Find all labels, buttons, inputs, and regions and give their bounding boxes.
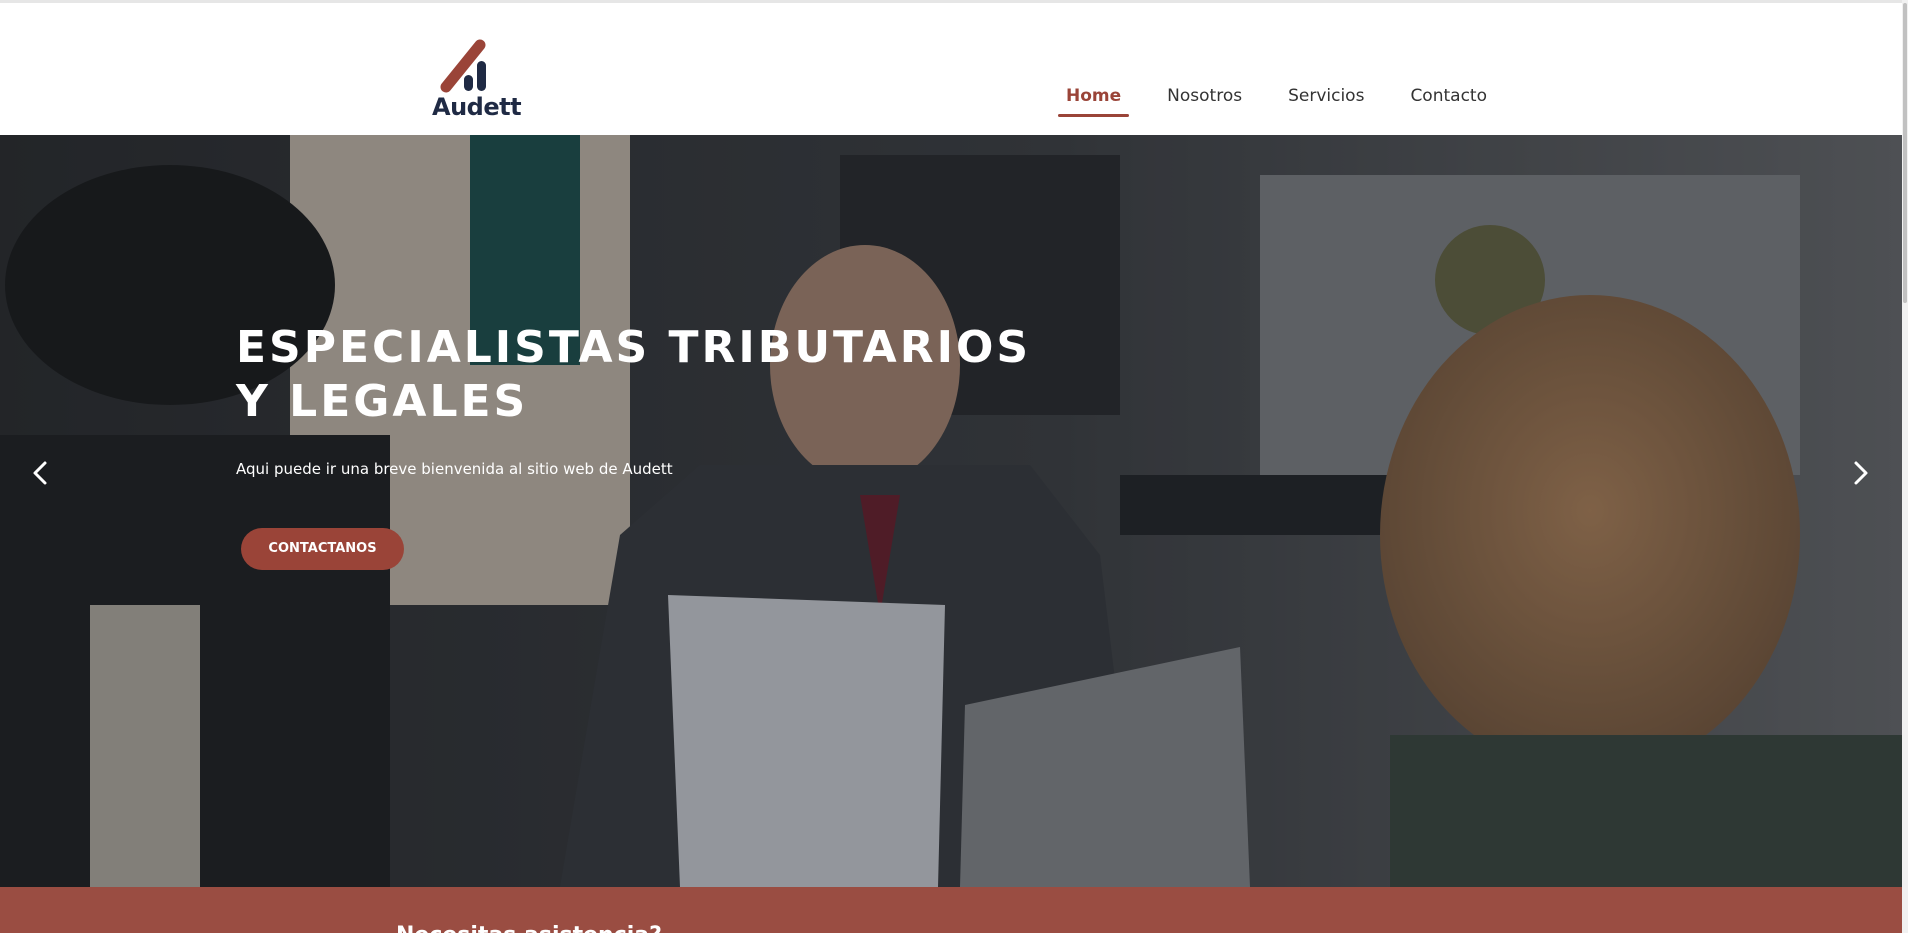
page: Audett Home Nosotros Servicios Contacto [0,0,1908,933]
nav-item-home[interactable]: Home [1058,81,1130,117]
assistance-band: Necesitas asistencia? [0,887,1902,933]
assistance-heading: Necesitas asistencia? [396,923,662,933]
logo-text: Audett [432,93,522,121]
nav-item-nosotros[interactable]: Nosotros [1159,81,1250,117]
carousel-next-button[interactable] [1845,455,1875,491]
nav-item-contacto[interactable]: Contacto [1402,81,1495,117]
hero-overlay [0,135,1902,887]
chevron-right-icon [1854,461,1868,485]
page-scrollbar-thumb[interactable] [1903,3,1907,303]
hero-title-line-2: Y LEGALES [236,376,529,427]
hero-subtitle: Aqui puede ir una breve bienvenida al si… [236,460,673,478]
carousel-prev-button[interactable] [26,455,56,491]
main-nav: Home Nosotros Servicios Contacto [1058,81,1525,117]
hero-carousel: ESPECIALISTAS TRIBUTARIOS Y LEGALES Aqui… [0,135,1902,887]
nav-item-servicios[interactable]: Servicios [1280,81,1372,117]
chevron-left-icon [33,461,47,485]
contactanos-button[interactable]: CONTACTANOS [241,528,404,570]
hero-title: ESPECIALISTAS TRIBUTARIOS Y LEGALES [236,321,1136,429]
logo-mark-icon [440,39,486,93]
site-header: Audett Home Nosotros Servicios Contacto [0,3,1902,135]
hero-title-line-1: ESPECIALISTAS TRIBUTARIOS [236,322,1032,373]
